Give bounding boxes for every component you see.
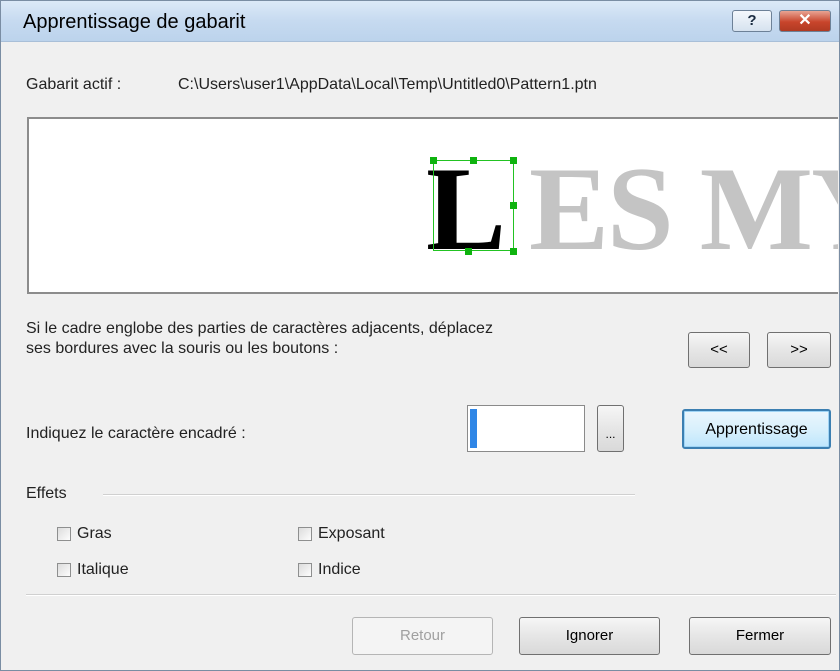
following-text-glyphs: ES MY xyxy=(529,142,838,275)
frame-handle-top-right[interactable] xyxy=(510,157,517,164)
superscript-checkbox-label: Exposant xyxy=(318,525,385,542)
bold-checkbox[interactable]: Gras xyxy=(57,525,112,543)
subscript-checkbox-box[interactable] xyxy=(298,563,312,577)
window-title: Apprentissage de gabarit xyxy=(23,11,246,33)
effects-group-label: Effets xyxy=(26,485,67,502)
help-icon: ? xyxy=(747,12,757,29)
title-bar: Apprentissage de gabarit ? ✕ xyxy=(1,1,839,42)
subscript-checkbox-label: Indice xyxy=(318,561,361,578)
back-button: Retour xyxy=(352,617,493,655)
footer-divider xyxy=(26,594,836,596)
character-input-label: Indiquez le caractère encadré : xyxy=(26,425,246,442)
bold-checkbox-box[interactable] xyxy=(57,527,71,541)
character-input[interactable] xyxy=(467,405,585,452)
frame-instructions: Si le cadre englobe des parties de carac… xyxy=(26,319,676,359)
move-frame-right-button[interactable]: >> xyxy=(767,332,831,368)
frame-handle-bottom-right[interactable] xyxy=(510,248,517,255)
italic-checkbox-box[interactable] xyxy=(57,563,71,577)
active-template-label: Gabarit actif : xyxy=(26,76,122,93)
bold-checkbox-label: Gras xyxy=(77,525,112,542)
effects-divider xyxy=(103,494,635,496)
frame-handle-bottom-middle[interactable] xyxy=(465,248,472,255)
ignore-button[interactable]: Ignorer xyxy=(519,617,660,655)
help-button[interactable]: ? xyxy=(732,10,772,32)
superscript-checkbox[interactable]: Exposant xyxy=(298,525,385,543)
frame-handle-middle-right[interactable] xyxy=(510,202,517,209)
instruction-line-2: ses bordures avec la souris ou les bouto… xyxy=(26,340,339,357)
browse-characters-button[interactable]: ... xyxy=(597,405,624,452)
close-button[interactable]: Fermer xyxy=(689,617,831,655)
selection-frame[interactable] xyxy=(433,160,514,251)
italic-checkbox-label: Italique xyxy=(77,561,129,578)
pattern-training-dialog: Apprentissage de gabarit ? ✕ Gabarit act… xyxy=(0,0,840,671)
frame-handle-top-left[interactable] xyxy=(430,157,437,164)
learn-button[interactable]: Apprentissage xyxy=(682,409,831,449)
superscript-checkbox-box[interactable] xyxy=(298,527,312,541)
close-window-button[interactable]: ✕ xyxy=(779,10,831,32)
move-frame-left-button[interactable]: << xyxy=(688,332,750,368)
character-preview[interactable]: L ES MY xyxy=(27,117,838,294)
close-icon: ✕ xyxy=(798,12,812,29)
frame-handle-top-middle[interactable] xyxy=(470,157,477,164)
active-template-path: C:\Users\user1\AppData\Local\Temp\Untitl… xyxy=(178,76,597,93)
text-caret xyxy=(470,409,477,448)
subscript-checkbox[interactable]: Indice xyxy=(298,561,361,579)
instruction-line-1: Si le cadre englobe des parties de carac… xyxy=(26,320,493,337)
italic-checkbox[interactable]: Italique xyxy=(57,561,129,579)
